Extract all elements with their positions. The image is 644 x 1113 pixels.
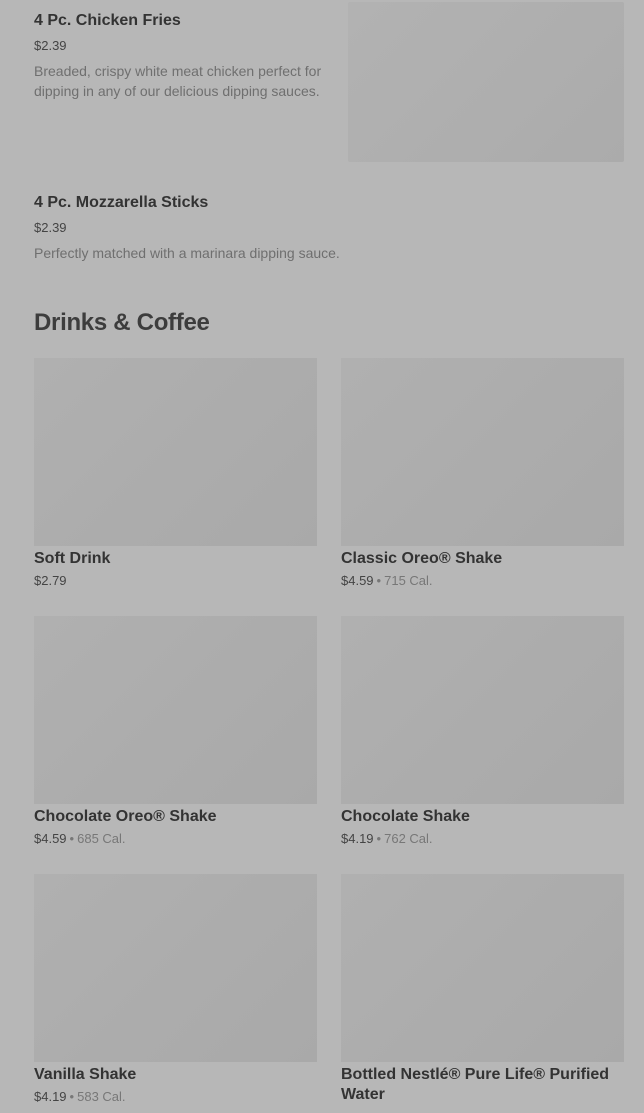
item-calories: 762 Cal. <box>384 831 433 846</box>
item-image-placeholder[interactable] <box>34 358 317 546</box>
item-price: $4.19 <box>341 831 374 846</box>
item-price: $2.39 <box>34 220 67 235</box>
item-image-placeholder[interactable] <box>341 874 624 1062</box>
item-calories: 685 Cal. <box>77 831 126 846</box>
item-image-placeholder[interactable] <box>34 616 317 804</box>
item-meta: $2.79 <box>34 573 67 588</box>
item-price: $4.19 <box>34 1089 67 1104</box>
item-name: Classic Oreo® Shake <box>341 550 503 567</box>
item-name: Bottled Nestlé® Pure Life® Purified Wate… <box>341 1066 610 1103</box>
item-image-placeholder[interactable] <box>34 874 317 1062</box>
item-calories: 583 Cal. <box>77 1089 126 1104</box>
separator-dot: • <box>376 831 382 846</box>
item-name: 4 Pc. Mozzarella Sticks <box>34 194 209 211</box>
item-description: Perfectly matched with a marinara dippin… <box>34 245 340 261</box>
item-image-placeholder[interactable] <box>341 358 624 546</box>
item-name: Chocolate Oreo® Shake <box>34 808 217 825</box>
item-meta: $4.59 • 685 Cal. <box>34 831 126 846</box>
item-price: $2.79 <box>34 573 67 588</box>
item-description: Breaded, crispy white meat chicken perfe… <box>34 63 322 99</box>
item-name: 4 Pc. Chicken Fries <box>34 12 181 29</box>
separator-dot: • <box>69 831 75 846</box>
item-calories: 715 Cal. <box>384 573 433 588</box>
item-meta: $4.19 • 762 Cal. <box>341 831 433 846</box>
item-meta: $4.59 • 715 Cal. <box>341 573 433 588</box>
item-image-placeholder[interactable] <box>341 616 624 804</box>
item-price: $2.39 <box>34 38 67 53</box>
item-image-placeholder[interactable] <box>348 2 624 162</box>
item-name: Soft Drink <box>34 550 111 567</box>
item-name: Chocolate Shake <box>341 808 470 825</box>
separator-dot: • <box>376 573 382 588</box>
item-price: $4.59 <box>34 831 67 846</box>
item-price: $4.59 <box>341 573 374 588</box>
item-name: Vanilla Shake <box>34 1066 137 1083</box>
item-meta: $4.19 • 583 Cal. <box>34 1089 126 1104</box>
separator-dot: • <box>69 1089 75 1104</box>
section-title: Drinks & Coffee <box>34 309 210 336</box>
